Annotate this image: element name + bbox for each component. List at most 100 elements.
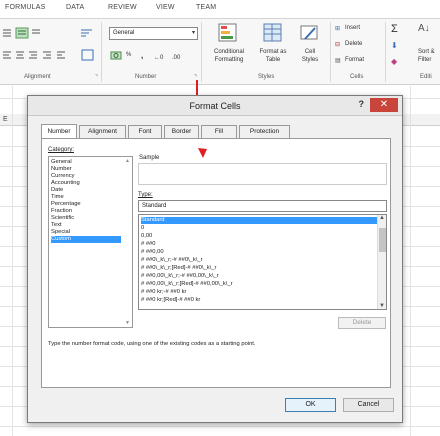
type-item[interactable]: # ##0,00 [141,249,377,256]
category-list[interactable]: General Number Currency Accounting Date … [48,156,133,328]
tab-review[interactable]: REVIEW [108,4,137,11]
category-item[interactable]: Time [51,194,121,201]
scroll-thumb[interactable] [379,228,386,252]
number-tab-panel: Category: General Number Currency Accoun… [41,138,391,388]
dialog-title-bar[interactable]: Format Cells ? ✕ [28,96,402,116]
group-label-styles: Styles [258,74,275,80]
group-label-number: Number [135,74,157,80]
currency-icon[interactable] [110,50,124,62]
sort-filter-icon[interactable]: A↓ [418,23,430,34]
format-as-table-icon[interactable] [262,22,284,44]
cell-styles-icon[interactable] [299,22,321,44]
sort-label: Sort & [418,49,435,55]
delete-cells-button[interactable]: Delete [345,41,362,47]
styles-label: Styles [301,57,319,63]
number-format-dropdown[interactable]: General ▾ [109,27,198,40]
category-item[interactable]: Scientific [51,215,121,222]
type-item[interactable]: # ##0 [141,241,377,248]
category-item[interactable]: Percentage [51,201,121,208]
category-item[interactable]: General [51,159,121,166]
tab-alignment[interactable]: Alignment [79,125,126,138]
tab-number[interactable]: Number [41,124,77,138]
tab-border[interactable]: Border [164,125,199,138]
cancel-button[interactable]: Cancel [343,398,394,412]
ribbon-tab-bar: FORMULAS DATA REVIEW VIEW TEAM [0,0,440,19]
autosum-icon[interactable]: Σ [391,23,398,35]
divider [101,22,102,82]
delete-format-button[interactable]: Delete [338,317,386,329]
category-item[interactable]: Accounting [51,180,121,187]
align-left-right-icons[interactable] [2,49,97,61]
table-label: Table [265,57,281,63]
grid-line [0,426,440,427]
format-cells-dialog: Format Cells ? ✕ Number Alignment Font B… [27,95,403,423]
filter-label: Filter [418,57,432,63]
svg-text:←0: ←0 [154,55,164,61]
category-item-selected[interactable]: Custom [51,236,121,243]
group-label-editing: Editi [420,74,432,80]
tab-font[interactable]: Font [128,125,162,138]
comma-style-button[interactable]: , [141,51,143,60]
number-format-value: General [113,30,135,36]
scroll-up-icon[interactable]: ▲ [379,215,385,221]
clear-icon[interactable]: ◆ [391,57,397,66]
fill-icon[interactable]: ⬇ [391,41,398,50]
tab-formulas[interactable]: FORMULAS [5,4,46,11]
tab-fill[interactable]: Fill [201,125,237,138]
format-description: Type the number format code, using one o… [48,341,256,347]
type-list[interactable]: Standard 0 0,00 # ##0 # ##0,00 # ##0\_k\… [138,214,387,310]
conditional-formatting-icon[interactable] [217,22,239,44]
chevron-down-icon: ▾ [191,30,195,36]
ok-button[interactable]: OK [285,398,336,412]
ribbon: Alignment ⌝ General ▾ % , ←0 .00 Number … [0,19,440,85]
type-item[interactable]: # ##0,00\_k\_r;-# ##0,00\_k\_r [141,273,377,280]
type-input[interactable]: Standard [138,200,387,212]
svg-text:.00: .00 [172,55,181,61]
annotation-arrow-icon [198,148,207,158]
type-item[interactable]: # ##0 kr;[Red]-# ##0 kr [141,297,377,304]
type-item[interactable]: 0,00 [141,233,377,240]
formatting-label: Formatting [214,57,244,63]
scroll-up-icon[interactable]: ▲ [125,158,130,164]
divider [385,22,386,82]
percent-style-button[interactable]: % [126,52,131,58]
scroll-down-icon[interactable]: ▼ [379,303,385,309]
tab-data[interactable]: DATA [66,4,84,11]
type-item[interactable]: # ##0\_k\_r;-# ##0\_k\_r [141,257,377,264]
category-item[interactable]: Number [51,166,121,173]
cell-label: Cell [304,49,316,55]
column-header-e[interactable]: E [3,116,8,123]
help-button[interactable]: ? [359,99,365,109]
type-item-selected[interactable]: Standard [141,217,377,224]
excel-window: { "ribbon": { "tabs": ["FORMULAS","DATA"… [0,0,440,436]
category-item[interactable]: Date [51,187,121,194]
conditional-label: Conditional [213,49,245,55]
type-list-scrollbar[interactable]: ▲ ▼ [377,215,386,309]
category-item[interactable]: Special [51,229,121,236]
format-button[interactable]: Format [345,57,364,63]
insert-icon: ⊞ [335,26,341,32]
alignment-launcher-icon[interactable]: ⌝ [95,74,98,81]
category-item[interactable]: Fraction [51,208,121,215]
type-item[interactable]: 0 [141,225,377,232]
type-item[interactable]: # ##0 kr;-# ##0 kr [141,289,377,296]
tab-view[interactable]: VIEW [156,4,175,11]
tab-team[interactable]: TEAM [196,4,216,11]
close-button[interactable]: ✕ [370,98,398,112]
insert-button[interactable]: Insert [345,25,360,31]
group-label-alignment: Alignment [24,74,51,80]
category-item[interactable]: Currency [51,173,121,180]
divider [330,22,331,82]
sample-preview [138,163,387,185]
type-item[interactable]: # ##0,00\_k\_r;[Red]-# ##0,00\_k\_r [141,281,377,288]
type-item[interactable]: # ##0\_k\_r;[Red]-# ##0\_k\_r [141,265,377,272]
group-label-cells: Cells [350,74,364,80]
decimal-buttons-icon[interactable]: ←0 .00 [154,51,194,61]
category-item[interactable]: Text [51,222,121,229]
grid-line [12,86,13,436]
dialog-title: Format Cells [189,101,241,111]
wrap-text-icon[interactable] [80,27,94,39]
tab-protection[interactable]: Protection [239,125,290,138]
align-top-icons[interactable] [2,27,62,39]
scroll-down-icon[interactable]: ▼ [125,320,130,326]
